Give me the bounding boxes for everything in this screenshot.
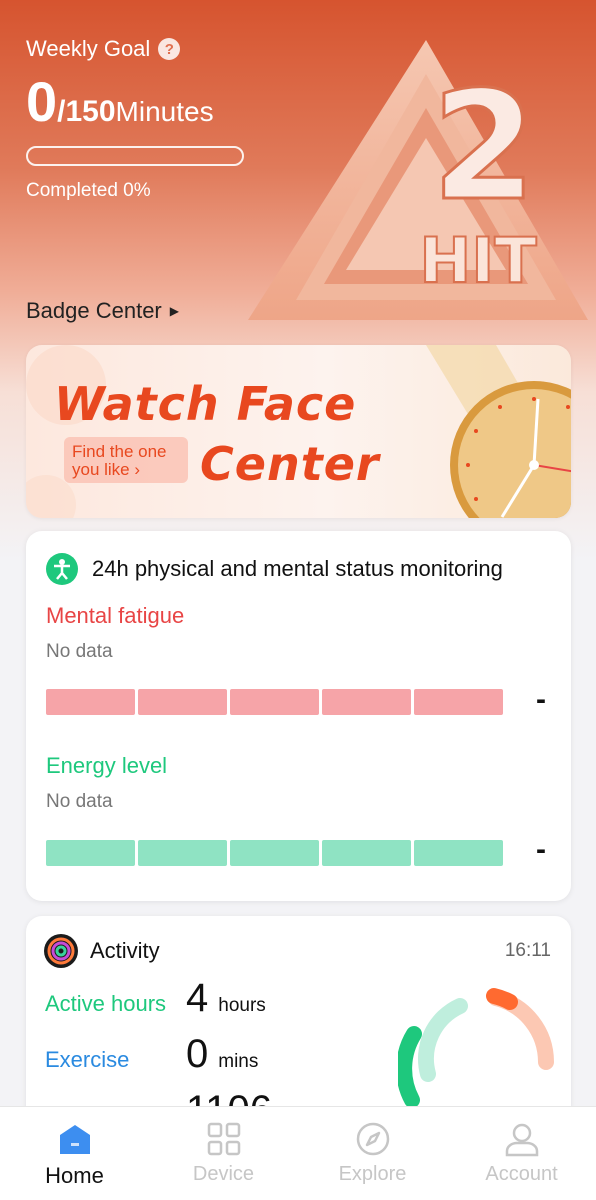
body-status-icon bbox=[46, 553, 78, 585]
help-icon[interactable]: ? bbox=[158, 38, 181, 60]
banner-title-line2: Center bbox=[200, 437, 380, 491]
bar-segment bbox=[46, 840, 135, 866]
active-hours-label: Active hours bbox=[45, 991, 167, 1016]
activity-header: Activity bbox=[44, 934, 160, 968]
status-card-header: 24h physical and mental status monitorin… bbox=[46, 553, 503, 585]
goal-progress-bar bbox=[26, 146, 244, 166]
goal-current: 0 bbox=[26, 70, 58, 133]
exercise-row: Exercise 0 mins bbox=[45, 1032, 258, 1077]
compass-icon bbox=[356, 1122, 389, 1156]
active-hours-arc bbox=[398, 1026, 422, 1108]
active-hours-row: Active hours 4 hours bbox=[45, 976, 266, 1021]
mental-fatigue-bar bbox=[46, 689, 503, 715]
activity-ring-chart bbox=[398, 988, 554, 1108]
active-hours-value: 4 bbox=[186, 976, 209, 1020]
bar-segment bbox=[414, 840, 503, 866]
activity-title: Activity bbox=[90, 938, 160, 963]
tab-home[interactable]: Home bbox=[0, 1107, 149, 1200]
goal-target: /150 bbox=[57, 95, 116, 128]
weekly-goal-label: Weekly Goal bbox=[26, 36, 151, 61]
bar-segment bbox=[414, 689, 503, 715]
calories-arc bbox=[486, 988, 518, 1010]
goal-value: 0 /150 Minutes bbox=[26, 72, 214, 132]
tab-home-label: Home bbox=[45, 1163, 104, 1188]
bottom-tab-bar: Home Device Explore Account bbox=[0, 1106, 596, 1200]
badge-number-text: 2 bbox=[432, 60, 536, 234]
status-monitoring-card[interactable]: 24h physical and mental status monitorin… bbox=[26, 531, 571, 901]
tab-account-label: Account bbox=[485, 1163, 558, 1185]
bar-segment bbox=[230, 689, 319, 715]
status-card-title: 24h physical and mental status monitorin… bbox=[92, 556, 503, 581]
tab-account[interactable]: Account bbox=[447, 1107, 596, 1200]
home-icon bbox=[59, 1125, 90, 1154]
mental-fatigue-status: No data bbox=[46, 641, 113, 662]
energy-level-status: No data bbox=[46, 791, 113, 812]
clock-icon bbox=[450, 381, 571, 518]
bar-segment bbox=[322, 689, 411, 715]
completed-text: Completed 0% bbox=[26, 180, 151, 201]
badge-hit-text: HIT bbox=[419, 224, 536, 297]
exercise-unit: mins bbox=[218, 1051, 259, 1072]
grid-icon bbox=[207, 1122, 240, 1156]
mental-fatigue-value: - bbox=[536, 683, 546, 716]
find-one-button[interactable]: Find the one you like › bbox=[64, 437, 188, 483]
person-icon bbox=[505, 1123, 538, 1157]
exercise-label: Exercise bbox=[45, 1047, 130, 1072]
energy-level-value: - bbox=[536, 833, 546, 866]
bar-segment bbox=[322, 840, 411, 866]
weekly-goal-title: Weekly Goal ? bbox=[26, 36, 181, 62]
activity-rings-icon bbox=[44, 934, 78, 968]
banner-title-line1: Watch Face bbox=[54, 377, 357, 431]
tab-device[interactable]: Device bbox=[149, 1107, 298, 1200]
bar-segment bbox=[230, 840, 319, 866]
mental-fatigue-label: Mental fatigue bbox=[46, 603, 185, 628]
watch-face-banner[interactable]: Watch Face Find the one you like › Cente… bbox=[26, 345, 571, 518]
tab-explore-label: Explore bbox=[338, 1163, 407, 1185]
energy-level-bar bbox=[46, 840, 503, 866]
find-button-line1: Find the one bbox=[72, 442, 167, 461]
energy-level-label: Energy level bbox=[46, 753, 168, 778]
exercise-value: 0 bbox=[186, 1032, 209, 1076]
badge-center-label: Badge Center bbox=[26, 298, 162, 323]
active-hours-unit: hours bbox=[218, 995, 266, 1016]
tab-device-label: Device bbox=[192, 1163, 255, 1185]
tab-explore[interactable]: Explore bbox=[298, 1107, 447, 1200]
activity-time: 16:11 bbox=[504, 940, 551, 961]
badge-hit-icon[interactable]: 2 HIT bbox=[216, 38, 596, 328]
caret-right-icon: ▶ bbox=[169, 304, 179, 318]
badge-center-link[interactable]: Badge Center ▶ bbox=[26, 298, 179, 324]
bar-segment bbox=[46, 689, 135, 715]
bar-segment bbox=[138, 840, 227, 866]
bar-segment bbox=[138, 689, 227, 715]
find-button-line2: you like › bbox=[72, 460, 141, 479]
goal-unit: Minutes bbox=[115, 96, 214, 127]
